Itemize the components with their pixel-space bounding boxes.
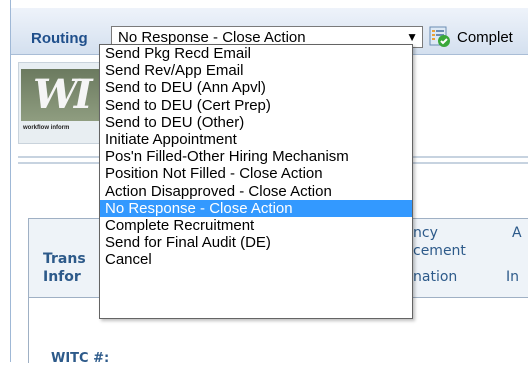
routing-dropdown-list[interactable]: Send Pkg Recd Email Send Rev/App Email S… [99,44,413,319]
complete-checklist-icon [429,26,451,48]
routing-option-selected[interactable]: No Response - Close Action [100,199,412,217]
complete-button-label: Complet [457,28,513,46]
routing-option[interactable]: Pos'n Filled-Other Hiring Mechanism [100,148,412,165]
complete-button[interactable]: Complet [429,24,513,50]
routing-option[interactable]: Cancel [100,251,412,268]
routing-option[interactable]: Send to DEU (Cert Prep) [100,97,412,114]
routing-option[interactable]: Send to DEU (Other) [100,114,412,131]
routing-option[interactable]: Send Rev/App Email [100,62,412,79]
routing-option[interactable]: Action Disapproved - Close Action [100,183,412,200]
routing-option[interactable]: Send to DEU (Ann Apvl) [100,79,412,96]
routing-option[interactable]: Complete Recruitment [100,217,412,234]
column-header-next: A In [492,219,528,298]
chevron-down-icon[interactable]: ▼ [406,30,418,44]
logo-tagline: workflow inform [23,125,70,131]
routing-option[interactable]: Initiate Appointment [100,131,412,148]
logo-mark: WI [33,71,93,118]
routing-option[interactable]: Send Pkg Recd Email [100,45,412,62]
routing-option[interactable]: Send for Final Audit (DE) [100,234,412,251]
left-frame-border [0,0,11,362]
routing-label: Routing [31,30,88,47]
routing-option[interactable]: Position Not Filled - Close Action [100,165,412,182]
witc-label: WITC #: [51,351,110,366]
workflow-logo: WI workflow inform [18,62,102,144]
